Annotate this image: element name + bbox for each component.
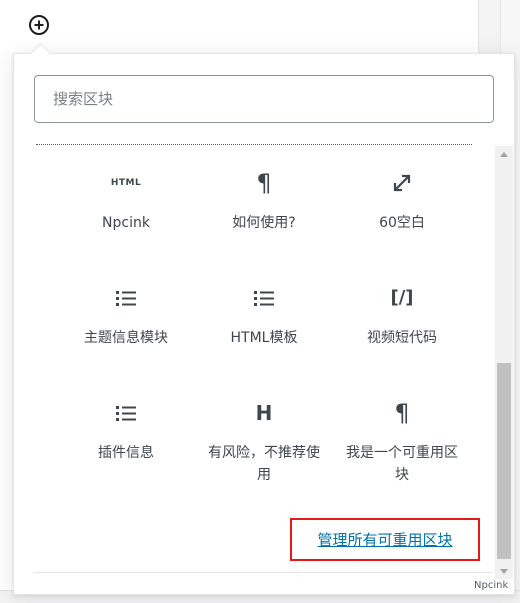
block-item-npcink[interactable]: HTML Npcink: [57, 168, 195, 283]
paragraph-glyph: ¶: [256, 169, 272, 197]
paragraph-glyph: ¶: [394, 399, 410, 427]
bottom-divider: [34, 572, 492, 573]
block-item-video-shortcode[interactable]: [/] 视频短代码: [333, 283, 471, 398]
block-item-html-template[interactable]: HTML模板: [195, 283, 333, 398]
block-label: 主题信息模块: [84, 330, 168, 346]
heading-icon: H: [249, 398, 279, 428]
shortcode-icon: [/]: [387, 283, 417, 313]
search-box[interactable]: [34, 75, 494, 123]
focus-separator: [36, 144, 472, 145]
manage-reusable-blocks-link[interactable]: 管理所有可重用区块: [317, 529, 452, 550]
block-item-how-to-use[interactable]: ¶ 如何使用?: [195, 168, 333, 283]
list-icon: [249, 283, 279, 313]
block-label: 有风险，不推荐使用: [208, 445, 320, 483]
scroll-up-arrow-icon[interactable]: [495, 146, 513, 162]
block-label: 视频短代码: [367, 330, 437, 346]
block-inserter-popover: HTML Npcink ¶ 如何使用? 60空白: [13, 42, 515, 595]
list-icon: [111, 283, 141, 313]
block-results: HTML Npcink ¶ 如何使用? 60空白 主题信息模块 HTML模板 […: [14, 146, 489, 576]
block-item-spacer[interactable]: 60空白: [333, 168, 471, 283]
plus-circle-icon: [29, 15, 49, 35]
popover-arrow: [29, 42, 52, 65]
block-grid: HTML Npcink ¶ 如何使用? 60空白 主题信息模块 HTML模板 […: [57, 168, 467, 513]
paragraph-icon: ¶: [249, 168, 279, 198]
shortcode-glyph: [/]: [390, 287, 414, 308]
footer-watermark: Npcink: [474, 580, 509, 591]
results-scrollbar[interactable]: [495, 146, 513, 579]
block-label: 60空白: [379, 215, 425, 231]
expand-arrows-icon: [387, 168, 417, 198]
list-icon: [111, 398, 141, 428]
block-item-reusable[interactable]: ¶ 我是一个可重用区块: [333, 398, 471, 513]
search-input[interactable]: [35, 76, 493, 122]
manage-reusable-highlight: 管理所有可重用区块: [290, 518, 480, 561]
block-item-risky[interactable]: H 有风险，不推荐使用: [195, 398, 333, 513]
block-label: Npcink: [102, 215, 150, 231]
block-label: 插件信息: [98, 445, 154, 461]
add-block-button[interactable]: [27, 13, 51, 37]
block-item-theme-info[interactable]: 主题信息模块: [57, 283, 195, 398]
block-label: 如何使用?: [232, 215, 296, 231]
paragraph-icon: ¶: [387, 398, 417, 428]
block-label: 我是一个可重用区块: [346, 445, 458, 483]
scroll-thumb[interactable]: [497, 363, 511, 559]
block-label: HTML模板: [230, 330, 298, 346]
html-icon-text: HTML: [110, 178, 142, 188]
heading-glyph: H: [255, 401, 273, 425]
scroll-down-arrow-icon[interactable]: [495, 563, 513, 579]
html-icon: HTML: [111, 168, 141, 198]
block-item-plugin-info[interactable]: 插件信息: [57, 398, 195, 513]
